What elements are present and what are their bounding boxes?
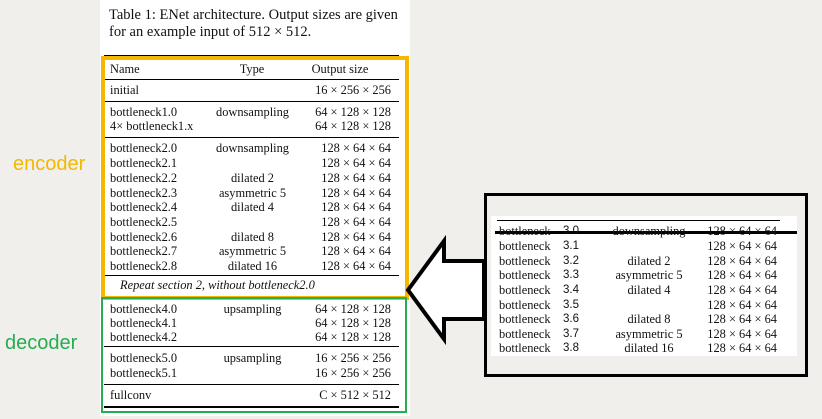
zoom-cell-size: 128 × 64 × 64 [707,283,777,297]
zoom-cell-name: bottleneck [499,327,551,341]
zoom-cell-num: 3.0 [563,225,579,237]
zoom-cell-size: 128 × 64 × 64 [707,239,777,253]
zoom-cell-size: 128 × 64 × 64 [707,224,777,238]
zoom-cell-size: 128 × 64 × 64 [707,298,777,312]
zoom-cell-num: 3.2 [563,255,579,267]
zoom-cell-name: bottleneck [499,312,551,326]
zoom-cell-size: 128 × 64 × 64 [707,327,777,341]
zoom-cell-name: bottleneck [499,224,551,238]
zoom-cell-num: 3.3 [563,269,579,281]
zoom-cell-name: bottleneck [499,254,551,268]
zoom-cell-name: bottleneck [499,283,551,297]
zoom-cell-name: bottleneck [499,239,551,253]
zoom-cell-name: bottleneck [499,268,551,282]
zoom-cell-size: 128 × 64 × 64 [707,312,777,326]
zoom-cell-name: bottleneck [499,341,551,355]
zoom-cell-size: 128 × 64 × 64 [707,341,777,355]
zoom-cell-num: 3.7 [563,328,579,340]
zoom-cell-size: 128 × 64 × 64 [707,268,777,282]
zoom-cell-num: 3.1 [563,240,579,252]
zoom-cell-num: 3.4 [563,284,579,296]
zoom-cell-num: 3.8 [563,342,579,354]
zoom-cell-name: bottleneck [499,298,551,312]
zoom-cell-num: 3.5 [563,299,579,311]
zoom-rule-top [497,220,780,221]
zoom-cell-num: 3.6 [563,313,579,325]
zoom-cell-size: 128 × 64 × 64 [707,254,777,268]
